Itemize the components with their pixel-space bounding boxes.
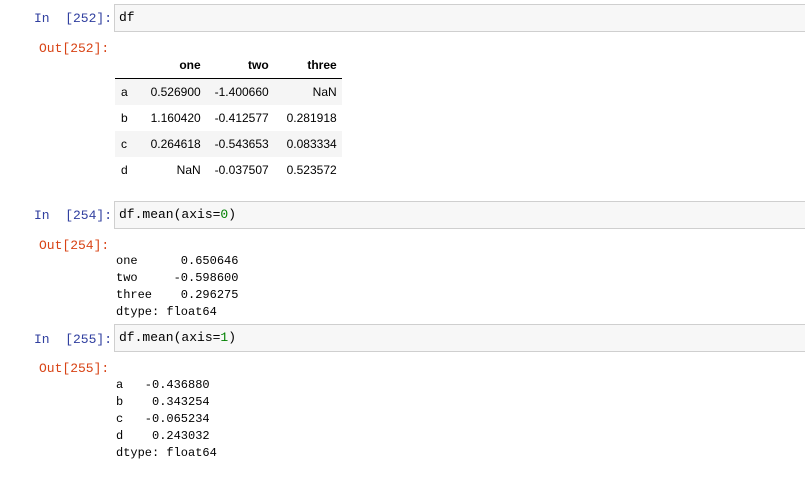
table-cell: NaN	[312, 85, 337, 99]
table-cell: -0.412577	[214, 111, 269, 125]
table-cell: 0.264618	[150, 137, 201, 151]
row-index: a	[121, 85, 128, 99]
row-index: d	[121, 163, 128, 177]
code-text: df.mean(axis=	[119, 207, 221, 222]
output-prompt: Out[252]:	[39, 41, 110, 56]
index-header	[115, 52, 136, 79]
output-line: d 0.243032	[116, 429, 210, 443]
output-text: a -0.436880 b 0.343254 c -0.065234 d 0.2430…	[116, 360, 217, 479]
table-cell: -0.543653	[214, 137, 269, 151]
table-cell: -1.400660	[214, 85, 269, 99]
table-cell: 1.160420	[150, 111, 201, 125]
table-row: a 0.526900 -1.400660 NaN	[115, 78, 342, 105]
output-line: dtype: float64	[116, 305, 217, 319]
output-line: two -0.598600	[116, 271, 239, 285]
input-prompt: In [255]:	[34, 332, 113, 347]
output-line: three 0.296275	[116, 288, 239, 302]
table-row: b 1.160420 -0.412577 0.281918	[115, 105, 342, 131]
table-row: d NaN -0.037507 0.523572	[115, 157, 342, 183]
column-header: three	[273, 52, 342, 79]
row-index: c	[121, 137, 127, 151]
table-cell: -0.037507	[214, 163, 269, 177]
table-row: c 0.264618 -0.543653 0.083334	[115, 131, 342, 157]
output-line: dtype: float64	[116, 446, 217, 460]
table-header-row: one two three	[115, 52, 342, 79]
table-cell: 0.083334	[286, 137, 337, 151]
output-line: a -0.436880	[116, 378, 210, 392]
table-cell: 0.526900	[150, 85, 201, 99]
code-text: )	[228, 207, 237, 222]
input-prompt: In [254]:	[34, 208, 113, 223]
output-line: b 0.343254	[116, 395, 210, 409]
output-line: c -0.065234	[116, 412, 210, 426]
code-text: )	[228, 330, 237, 345]
output-prompt: Out[255]:	[39, 361, 110, 376]
input-prompt: In [252]:	[34, 11, 113, 26]
code-input-cell[interactable]: df.mean(axis=1)	[114, 324, 805, 352]
code-text: df.mean(axis=	[119, 330, 221, 345]
output-prompt: Out[254]:	[39, 238, 110, 253]
table-cell: NaN	[176, 163, 201, 177]
code-input-cell[interactable]: df	[114, 4, 805, 32]
table-cell: 0.281918	[286, 111, 337, 125]
column-header: two	[205, 52, 274, 79]
output-text: one 0.650646 two -0.598600 three 0.296275 d…	[116, 236, 238, 338]
code-text: df	[119, 10, 135, 25]
code-input-cell[interactable]: df.mean(axis=0)	[114, 201, 805, 229]
table-cell: 0.523572	[286, 163, 337, 177]
output-line: one 0.650646	[116, 254, 239, 268]
column-header: one	[135, 52, 206, 79]
dataframe-table: one two three a 0.526900 -1.400660 NaN b…	[115, 52, 342, 183]
row-index: b	[121, 111, 128, 125]
